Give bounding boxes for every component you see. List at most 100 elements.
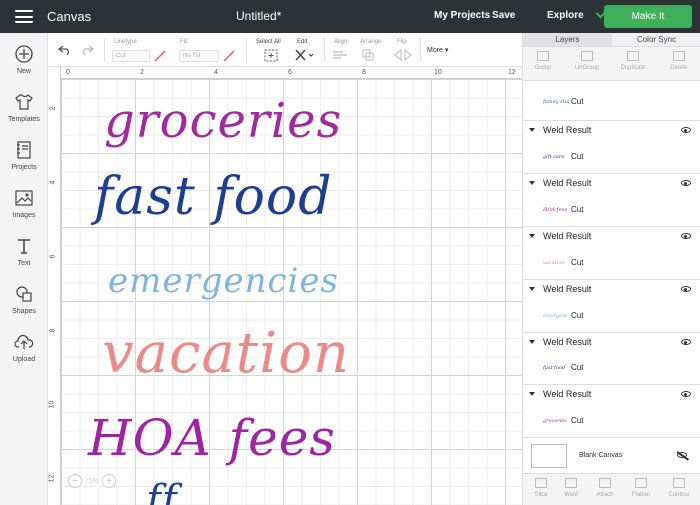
layer-operation[interactable]: Cut — [571, 205, 583, 214]
duplicate-icon — [627, 51, 639, 61]
document-title[interactable]: Untitled* — [236, 9, 281, 23]
sidebar-item-shapes[interactable]: Shapes — [0, 283, 48, 315]
delete-button[interactable]: Delete — [661, 51, 697, 71]
eye-icon[interactable] — [681, 180, 691, 186]
redo-icon[interactable] — [80, 45, 94, 55]
layer-header[interactable]: Weld Result — [529, 125, 591, 135]
canvas-text-emergencies[interactable]: emergencies — [108, 261, 339, 301]
layer-thumbnail: vacation — [543, 260, 565, 266]
canvas-text-hoa-fees[interactable]: HOA fees — [88, 409, 336, 467]
fill-color-swatch[interactable] — [223, 50, 235, 62]
layer-title: Weld Result — [543, 284, 592, 294]
align-icon[interactable] — [332, 50, 350, 61]
layer-operation[interactable]: Cut — [571, 152, 583, 161]
layer-operation[interactable]: Cut — [571, 311, 583, 320]
layer-header[interactable]: Weld Result — [529, 178, 591, 188]
save-button[interactable]: Save — [492, 10, 515, 21]
sidebar-item-templates[interactable]: Templates — [0, 91, 48, 123]
eye-off-icon[interactable] — [677, 452, 687, 458]
sidebar-item-label: Projects — [11, 164, 37, 171]
eye-icon[interactable] — [681, 339, 691, 345]
arrange-label: Arrange — [360, 39, 382, 45]
flatten-icon — [635, 478, 647, 488]
layer-operation[interactable]: Cut — [571, 97, 583, 106]
canvas-text-partial[interactable]: ff — [146, 477, 178, 505]
sidebar-item-projects[interactable]: Projects — [0, 139, 48, 171]
layer-header[interactable]: Weld Result — [529, 337, 591, 347]
linetype-select[interactable]: Cut — [112, 50, 150, 62]
blank-canvas-layer[interactable]: Blank Canvas — [523, 438, 700, 474]
design-canvas[interactable]: 0 2 4 6 8 10 12 2 4 6 8 10 12 groceries … — [48, 67, 522, 505]
attach-button[interactable]: Attach — [587, 478, 623, 498]
linetype-color-swatch[interactable] — [154, 50, 166, 62]
sidebar-item-text[interactable]: Text — [0, 235, 48, 267]
panel-tabs: Layers Color Sync — [523, 33, 700, 47]
my-projects-link[interactable]: My Projects — [434, 10, 490, 21]
toolbar-divider — [324, 38, 325, 62]
layer-thumbnail: gift care — [543, 154, 565, 160]
canvas-text-groceries[interactable]: groceries — [104, 93, 342, 149]
eye-icon[interactable] — [681, 286, 691, 292]
ruler-tick-label: 8 — [49, 328, 57, 333]
ruler-tick-label: 10 — [434, 69, 442, 76]
ruler-tick-label: 12 — [48, 474, 56, 483]
eye-icon[interactable] — [681, 233, 691, 239]
layer-item[interactable]: Weld Result vacation Cut — [523, 227, 700, 280]
layer-header[interactable]: Weld Result — [529, 284, 591, 294]
make-it-button[interactable]: Make It — [604, 5, 692, 28]
sidebar-item-images[interactable]: Images — [0, 187, 48, 219]
layer-item[interactable]: Weld Result emergency Cut — [523, 280, 700, 333]
layer-title: Weld Result — [543, 231, 592, 241]
sidebar-item-upload[interactable]: Upload — [0, 331, 48, 363]
layer-operation[interactable]: Cut — [571, 258, 583, 267]
sidebar-item-label: Shapes — [12, 308, 36, 315]
layer-item[interactable]: Weld Result groceries Cut — [523, 385, 700, 438]
layer-header[interactable]: Weld Result — [529, 231, 591, 241]
slice-icon — [535, 478, 547, 488]
duplicate-button[interactable]: Duplicate — [615, 51, 651, 71]
flatten-label: Flatten — [631, 492, 651, 498]
layer-operation[interactable]: Cut — [571, 363, 583, 372]
zoom-out-button[interactable]: − — [68, 474, 82, 488]
canvas-text-vacation[interactable]: vacation — [102, 321, 350, 386]
tab-layers[interactable]: Layers — [523, 33, 612, 46]
layer-thumbnail: family stuff — [543, 99, 569, 105]
flatten-button[interactable]: Flatten — [623, 478, 659, 498]
arrange-icon[interactable] — [362, 49, 380, 61]
tab-color-sync[interactable]: Color Sync — [612, 33, 700, 46]
layer-item[interactable]: Weld Result gift care Cut — [523, 121, 700, 174]
layer-item[interactable]: Weld Result HOA fees Cut — [523, 174, 700, 227]
explore-button[interactable]: Explore — [547, 8, 606, 21]
edit-label: Edit — [297, 39, 308, 45]
menu-icon[interactable] — [15, 10, 33, 23]
group-button[interactable]: Group — [525, 51, 561, 71]
caret-down-icon — [529, 181, 535, 185]
layer-header[interactable]: Weld Result — [529, 389, 591, 399]
ruler-tick-label: 2 — [49, 106, 57, 111]
select-all-icon[interactable] — [264, 49, 278, 62]
flip-icon[interactable] — [394, 49, 412, 61]
layer-item[interactable]: Weld Result fast food Cut — [523, 333, 700, 385]
eye-icon[interactable] — [681, 391, 691, 397]
layer-title: Weld Result — [543, 125, 592, 135]
sidebar-item-new[interactable]: New — [0, 43, 48, 75]
undo-icon[interactable] — [58, 45, 72, 55]
more-label: More — [427, 47, 443, 54]
contour-icon — [673, 478, 685, 488]
layer-item[interactable]: family stuff Cut — [523, 81, 700, 121]
toolbar-divider — [246, 38, 247, 62]
blank-canvas-swatch[interactable] — [531, 444, 567, 468]
eye-icon[interactable] — [681, 127, 691, 133]
fill-select[interactable]: No Fill — [179, 50, 219, 62]
flip-label: Flip — [397, 39, 407, 45]
canvas-text-fast-food[interactable]: fast food — [94, 167, 333, 227]
zoom-in-button[interactable]: + — [102, 474, 117, 488]
layer-operation[interactable]: Cut — [571, 416, 583, 425]
contour-button[interactable]: Contour — [661, 478, 697, 498]
ungroup-button[interactable]: UnGroup — [569, 51, 605, 71]
more-button[interactable]: More ▾ — [427, 46, 448, 54]
layer-thumbnail: HOA fees — [543, 207, 567, 213]
weld-button[interactable]: Weld — [553, 478, 589, 498]
scissors-icon[interactable] — [294, 49, 314, 61]
shapes-icon — [13, 283, 35, 305]
